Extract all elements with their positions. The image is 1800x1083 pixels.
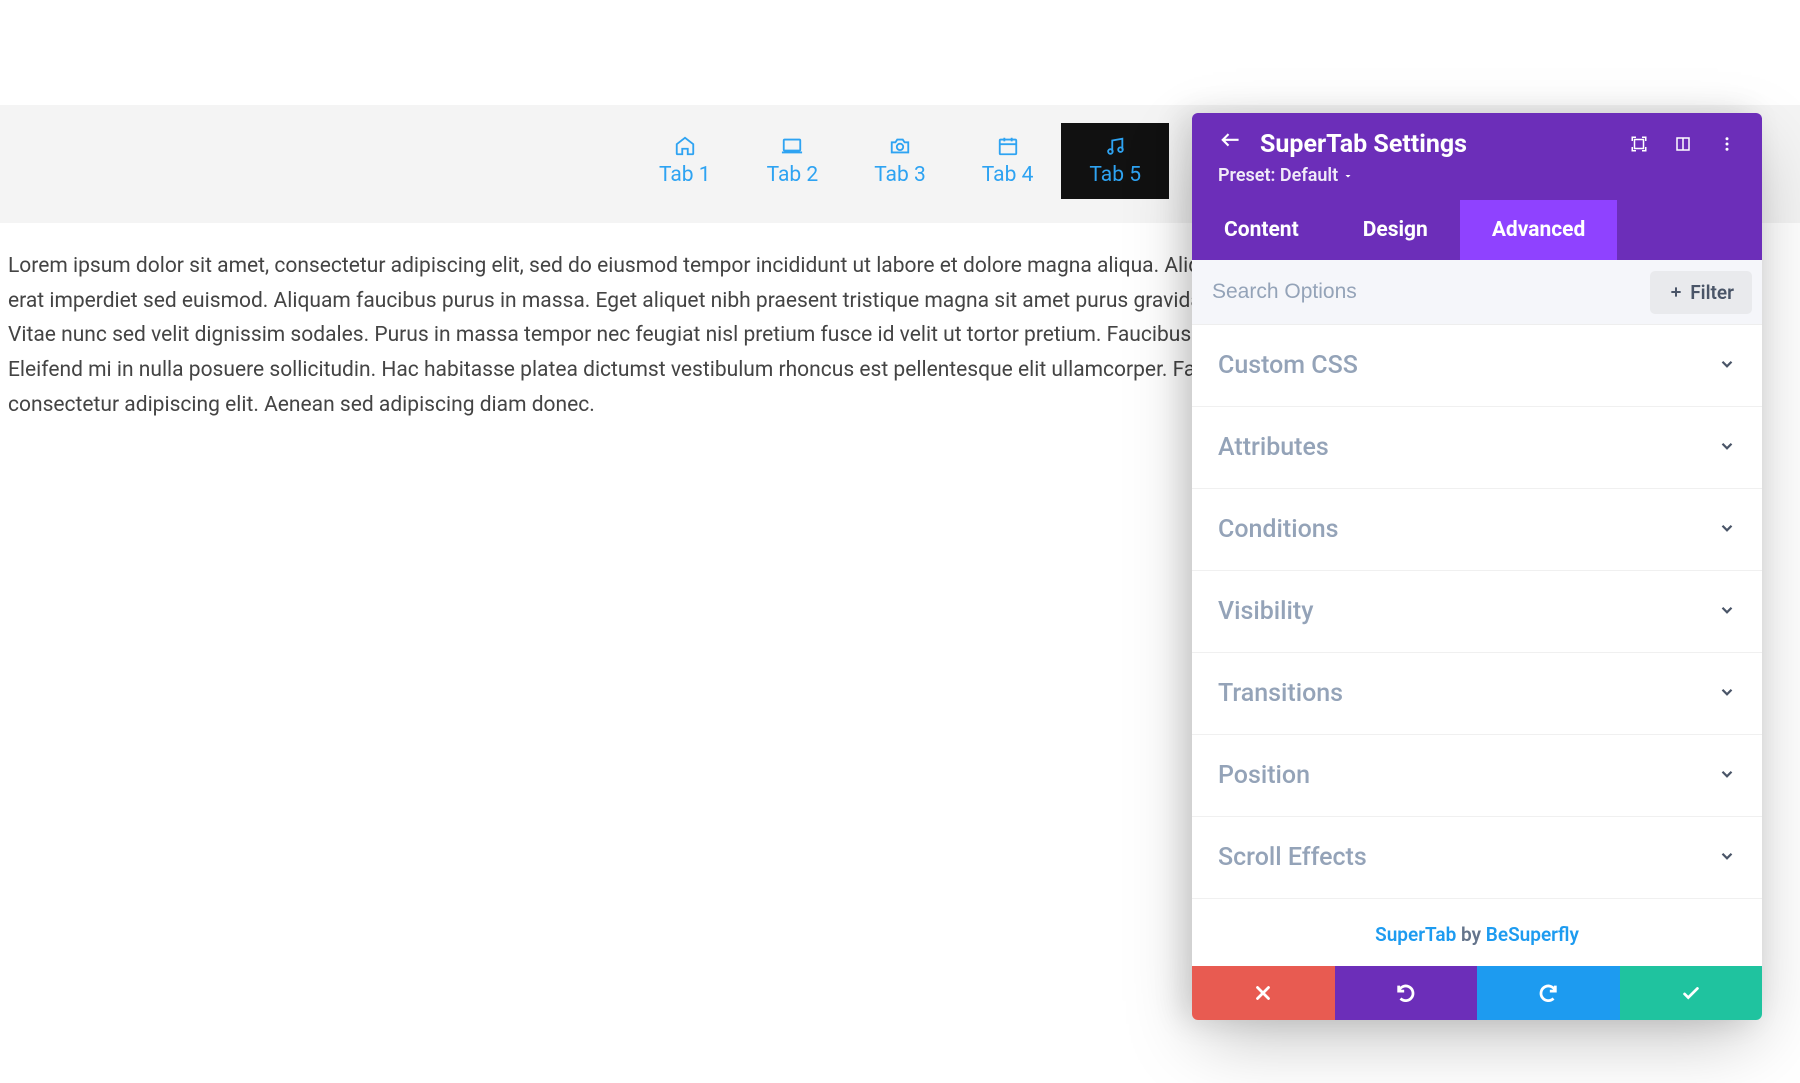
chevron-down-icon xyxy=(1342,170,1354,182)
panel-tabs: Content Design Advanced xyxy=(1192,200,1762,260)
close-icon xyxy=(1252,982,1274,1004)
tab-2[interactable]: Tab 2 xyxy=(739,123,847,199)
credit-author-link[interactable]: BeSuperfly xyxy=(1486,923,1579,946)
redo-icon xyxy=(1537,982,1559,1004)
section-label: Custom CSS xyxy=(1218,351,1358,380)
tab-design[interactable]: Design xyxy=(1331,200,1460,260)
chevron-down-icon xyxy=(1718,683,1736,705)
section-label: Scroll Effects xyxy=(1218,843,1367,872)
tab-1[interactable]: Tab 1 xyxy=(631,123,739,199)
dots-icon[interactable] xyxy=(1718,135,1736,153)
tab-label: Tab 4 xyxy=(982,163,1034,187)
music-icon xyxy=(1104,135,1126,157)
chevron-down-icon xyxy=(1718,765,1736,787)
cancel-button[interactable] xyxy=(1192,966,1335,1020)
chevron-down-icon xyxy=(1718,437,1736,459)
filter-label: Filter xyxy=(1690,281,1734,304)
camera-icon xyxy=(889,135,911,157)
preset-selector[interactable]: Preset: Default xyxy=(1218,165,1354,186)
panel-title: SuperTab Settings xyxy=(1260,130,1614,159)
tab-label: Tab 2 xyxy=(767,163,819,187)
section-transitions[interactable]: Transitions xyxy=(1192,653,1762,735)
expand-icon[interactable] xyxy=(1630,135,1648,153)
section-conditions[interactable]: Conditions xyxy=(1192,489,1762,571)
section-attributes[interactable]: Attributes xyxy=(1192,407,1762,489)
tab-label: Tab 5 xyxy=(1089,163,1141,187)
section-custom-css[interactable]: Custom CSS xyxy=(1192,325,1762,407)
calendar-icon xyxy=(997,135,1019,157)
preset-label: Preset: Default xyxy=(1218,165,1338,186)
section-position[interactable]: Position xyxy=(1192,735,1762,817)
chevron-down-icon xyxy=(1718,601,1736,623)
tab-content[interactable]: Content xyxy=(1192,200,1331,260)
tab-advanced[interactable]: Advanced xyxy=(1460,200,1618,260)
tab-label: Tab 3 xyxy=(874,163,926,187)
check-icon xyxy=(1680,982,1702,1004)
settings-panel: SuperTab Settings Preset: Default Conten… xyxy=(1192,113,1762,1020)
filter-button[interactable]: Filter xyxy=(1650,271,1752,314)
panel-footer xyxy=(1192,966,1762,1020)
search-input[interactable] xyxy=(1192,260,1650,324)
chevron-down-icon xyxy=(1718,519,1736,541)
section-label: Attributes xyxy=(1218,433,1329,462)
redo-button[interactable] xyxy=(1477,966,1620,1020)
credit-by: by xyxy=(1456,923,1485,946)
credit-line: SuperTab by BeSuperfly xyxy=(1192,899,1762,966)
plus-icon xyxy=(1668,284,1684,300)
section-label: Visibility xyxy=(1218,597,1313,626)
panel-header: SuperTab Settings Preset: Default xyxy=(1192,113,1762,200)
section-scroll-effects[interactable]: Scroll Effects xyxy=(1192,817,1762,899)
tab-5[interactable]: Tab 5 xyxy=(1061,123,1169,199)
layout-icon[interactable] xyxy=(1674,135,1692,153)
save-button[interactable] xyxy=(1620,966,1763,1020)
home-icon xyxy=(674,135,696,157)
tab-label: Tab 1 xyxy=(659,163,711,187)
laptop-icon xyxy=(781,135,803,157)
tab-4[interactable]: Tab 4 xyxy=(954,123,1062,199)
undo-icon xyxy=(1395,982,1417,1004)
tab-3[interactable]: Tab 3 xyxy=(846,123,954,199)
back-icon[interactable] xyxy=(1218,129,1244,159)
section-visibility[interactable]: Visibility xyxy=(1192,571,1762,653)
section-label: Conditions xyxy=(1218,515,1339,544)
section-label: Transitions xyxy=(1218,679,1343,708)
section-label: Position xyxy=(1218,761,1310,790)
chevron-down-icon xyxy=(1718,847,1736,869)
credit-product-link[interactable]: SuperTab xyxy=(1375,923,1456,946)
sections-list: Custom CSS Attributes Conditions Visibil… xyxy=(1192,325,1762,899)
undo-button[interactable] xyxy=(1335,966,1478,1020)
chevron-down-icon xyxy=(1718,355,1736,377)
search-row: Filter xyxy=(1192,260,1762,325)
